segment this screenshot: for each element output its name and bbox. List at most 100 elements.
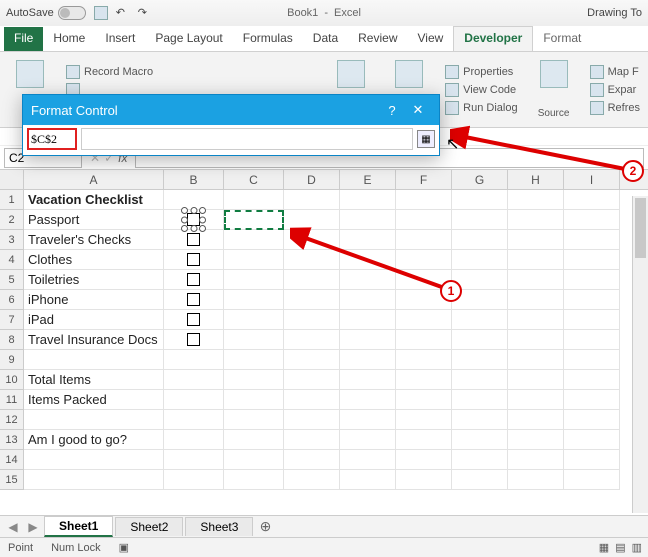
cell-A13[interactable]: Am I good to go? (24, 430, 164, 450)
cell-E4[interactable] (340, 250, 396, 270)
source-button[interactable]: Source (530, 56, 578, 123)
cell-D10[interactable] (284, 370, 340, 390)
cell-E11[interactable] (340, 390, 396, 410)
tab-formulas[interactable]: Formulas (233, 27, 303, 51)
col-header-B[interactable]: B (164, 170, 224, 189)
cell-C12[interactable] (224, 410, 284, 430)
cell-D12[interactable] (284, 410, 340, 430)
selection-handle[interactable] (199, 216, 206, 223)
cell-E12[interactable] (340, 410, 396, 430)
sheet-nav-prev[interactable]: ◀ (4, 520, 22, 534)
cell-G2[interactable] (452, 210, 508, 230)
cell-A7[interactable]: iPad (24, 310, 164, 330)
view-page-layout-icon[interactable]: ▤ (615, 541, 625, 554)
cell-B3[interactable] (164, 230, 224, 250)
tab-developer[interactable]: Developer (453, 26, 533, 51)
cell-F15[interactable] (396, 470, 452, 490)
expand-dialog-button[interactable]: ▦ (417, 130, 435, 148)
view-code-button[interactable]: View Code (443, 82, 519, 98)
cell-G11[interactable] (452, 390, 508, 410)
cell-C4[interactable] (224, 250, 284, 270)
cell-A8[interactable]: Travel Insurance Docs (24, 330, 164, 350)
cell-I7[interactable] (564, 310, 620, 330)
row-header[interactable]: 4 (0, 250, 24, 270)
cell-A2[interactable]: Passport (24, 210, 164, 230)
cell-E1[interactable] (340, 190, 396, 210)
cell-H1[interactable] (508, 190, 564, 210)
selection-handle[interactable] (190, 207, 197, 214)
cell-I15[interactable] (564, 470, 620, 490)
selection-handle[interactable] (199, 225, 206, 232)
cell-B2[interactable] (164, 210, 224, 230)
cell-I13[interactable] (564, 430, 620, 450)
cell-D7[interactable] (284, 310, 340, 330)
autosave-toggle[interactable]: AutoSave (6, 6, 86, 20)
cell-H11[interactable] (508, 390, 564, 410)
cell-C2[interactable] (224, 210, 284, 230)
cell-A15[interactable] (24, 470, 164, 490)
cell-B14[interactable] (164, 450, 224, 470)
cell-E10[interactable] (340, 370, 396, 390)
cell-D9[interactable] (284, 350, 340, 370)
cell-E13[interactable] (340, 430, 396, 450)
tab-format[interactable]: Format (533, 27, 591, 51)
view-page-break-icon[interactable]: ▥ (632, 541, 642, 554)
cell-B8[interactable] (164, 330, 224, 350)
sheet-tab-3[interactable]: Sheet3 (185, 517, 253, 536)
cell-I11[interactable] (564, 390, 620, 410)
record-macro-button[interactable]: Record Macro (64, 64, 155, 80)
row-header[interactable]: 7 (0, 310, 24, 330)
cell-B15[interactable] (164, 470, 224, 490)
cell-C3[interactable] (224, 230, 284, 250)
cell-E6[interactable] (340, 290, 396, 310)
row-header[interactable]: 5 (0, 270, 24, 290)
cell-I4[interactable] (564, 250, 620, 270)
sheet-tab-1[interactable]: Sheet1 (44, 516, 113, 537)
save-icon[interactable] (94, 6, 108, 20)
cell-G14[interactable] (452, 450, 508, 470)
cell-B13[interactable] (164, 430, 224, 450)
cell-H10[interactable] (508, 370, 564, 390)
cell-I3[interactable] (564, 230, 620, 250)
cell-B5[interactable] (164, 270, 224, 290)
redo-icon[interactable]: ↷ (138, 6, 152, 20)
cell-B11[interactable] (164, 390, 224, 410)
cell-B10[interactable] (164, 370, 224, 390)
cell-E7[interactable] (340, 310, 396, 330)
cell-G3[interactable] (452, 230, 508, 250)
cell-F9[interactable] (396, 350, 452, 370)
cell-A3[interactable]: Traveler's Checks (24, 230, 164, 250)
cell-H13[interactable] (508, 430, 564, 450)
cell-D1[interactable] (284, 190, 340, 210)
col-header-E[interactable]: E (340, 170, 396, 189)
dialog-help-button[interactable]: ? (379, 97, 405, 123)
checkbox-control[interactable] (187, 333, 200, 346)
refresh-data-button[interactable]: Refres (588, 100, 642, 116)
checkbox-control[interactable] (187, 293, 200, 306)
cell-A6[interactable]: iPhone (24, 290, 164, 310)
cell-D11[interactable] (284, 390, 340, 410)
cell-A9[interactable] (24, 350, 164, 370)
cell-G1[interactable] (452, 190, 508, 210)
cell-A1[interactable]: Vacation Checklist (24, 190, 164, 210)
cell-H15[interactable] (508, 470, 564, 490)
cell-I2[interactable] (564, 210, 620, 230)
cell-C9[interactable] (224, 350, 284, 370)
add-sheet-button[interactable]: ⊕ (255, 518, 275, 535)
tab-page-layout[interactable]: Page Layout (145, 27, 232, 51)
tab-home[interactable]: Home (43, 27, 95, 51)
col-header-D[interactable]: D (284, 170, 340, 189)
selection-handle[interactable] (199, 207, 206, 214)
cell-D2[interactable] (284, 210, 340, 230)
scrollbar-thumb[interactable] (635, 198, 646, 258)
cell-I5[interactable] (564, 270, 620, 290)
cell-F10[interactable] (396, 370, 452, 390)
checkbox-control[interactable] (187, 253, 200, 266)
sheet-nav-next[interactable]: ▶ (24, 520, 42, 534)
col-header-C[interactable]: C (224, 170, 284, 189)
row-header[interactable]: 3 (0, 230, 24, 250)
col-header-F[interactable]: F (396, 170, 452, 189)
cell-A4[interactable]: Clothes (24, 250, 164, 270)
cell-C14[interactable] (224, 450, 284, 470)
cell-H9[interactable] (508, 350, 564, 370)
